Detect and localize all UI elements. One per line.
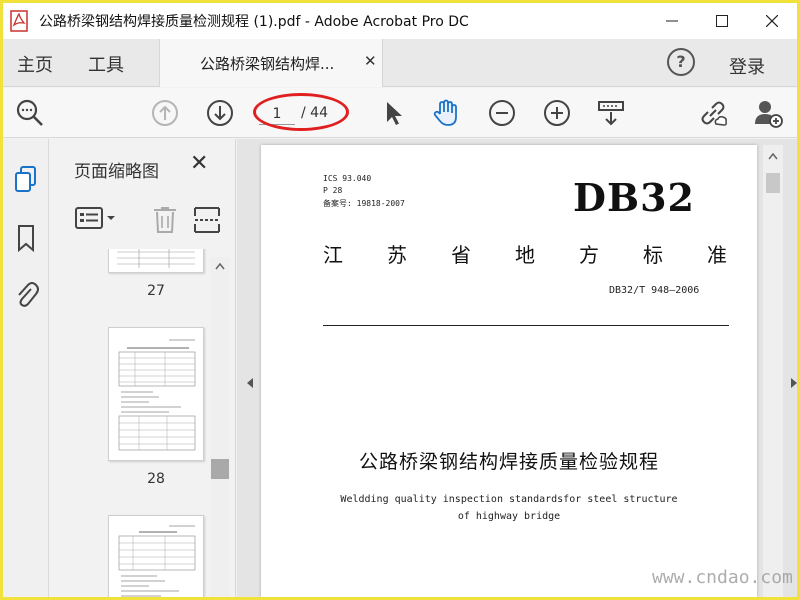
left-tool-rail [3,139,49,597]
zoom-in-icon[interactable] [542,98,572,128]
document-title: 公路桥梁钢结构焊接质量检验规程 [358,451,659,473]
add-user-icon[interactable] [753,98,783,128]
login-button[interactable]: 登录 [729,53,765,79]
standard-title-char: 苏 [387,243,407,267]
tab-tools[interactable]: 工具 [88,51,124,77]
collapse-left-panel-icon[interactable] [245,377,255,389]
standard-title-char: 方 [579,243,599,267]
thumbnails-panel: 页面缩略图 ✕ 27 28 [50,139,236,597]
divider-line [323,325,729,326]
title-bar: 公路桥梁钢结构焊接质量检测规程 (1).pdf - Adobe Acrobat … [3,3,797,39]
document-scrollbar[interactable] [763,145,783,597]
insert-page-icon[interactable] [192,205,222,235]
close-tab-icon[interactable]: ✕ [364,52,377,70]
hand-tool-icon[interactable] [431,98,461,128]
page-content-preview [118,339,196,451]
maximize-button[interactable] [697,3,747,39]
standard-code: DB32/T 948—2006 [609,285,700,296]
page-content-preview [118,525,196,597]
next-page-icon[interactable] [205,98,235,128]
class-code: P 28 [323,186,343,195]
share-link-icon[interactable] [698,98,728,128]
document-scrollbar-thumb[interactable] [766,173,780,193]
close-panel-icon[interactable]: ✕ [190,151,208,176]
minimize-button[interactable] [647,3,697,39]
zoom-out-icon[interactable] [487,98,517,128]
standard-title-char: 准 [707,243,727,267]
select-cursor-icon[interactable] [379,98,409,128]
highlight-annotation-oval [253,93,349,131]
scroll-up-icon[interactable] [763,149,783,163]
tab-bar: 主页 工具 公路桥梁钢结构焊... ✕ ? 登录 [3,39,797,87]
attachment-icon[interactable] [13,279,39,309]
previous-page-icon[interactable] [150,98,180,128]
zoom-search-icon[interactable] [15,98,45,128]
expand-right-panel-icon[interactable] [789,377,797,389]
document-view: ICS 93.040 P 28 备案号: 19818-2007 DB32 江 苏… [237,139,797,597]
page-content-preview [117,249,195,268]
document-subtitle-line2: of highway bridge [457,511,561,522]
standard-title-char: 江 [323,243,343,267]
thumbnail-page[interactable] [108,249,204,273]
thumbnail-list: 27 28 [50,249,218,597]
thumbnail-page[interactable] [108,515,204,597]
thumbnails-panel-title: 页面缩略图 [74,162,159,182]
help-icon[interactable]: ? [667,48,695,76]
record-number: 备案号: 19818-2007 [323,199,405,208]
standard-title-char: 地 [515,243,535,267]
scroll-up-icon[interactable] [210,259,230,273]
thumbnail-scrollbar-thumb[interactable] [211,459,229,479]
tab-home[interactable]: 主页 [17,51,53,77]
close-window-button[interactable] [747,3,797,39]
thumbnail-options-icon[interactable] [74,205,120,233]
minimize-icon [666,20,678,22]
bookmark-icon[interactable] [13,223,39,253]
delete-page-icon[interactable] [150,205,180,235]
thumbnail-scrollbar[interactable] [210,257,230,597]
site-watermark: www.cndao.com [652,567,793,588]
tab-document[interactable]: 公路桥梁钢结构焊... ✕ [159,39,383,87]
standard-title-char: 标 [643,243,663,267]
maximize-icon [716,15,728,27]
thumbnail-page-number: 27 [147,283,165,299]
thumbnail-page-number: 28 [147,471,165,487]
standard-title: 江 苏 省 地 方 标 准 [323,239,727,268]
standard-title-char: 省 [451,243,471,267]
acrobat-app-icon [10,10,28,32]
db32-logo-text: DB32 [573,175,695,220]
acrobat-window: 公路桥梁钢结构焊接质量检测规程 (1).pdf - Adobe Acrobat … [3,3,797,597]
window-title: 公路桥梁钢结构焊接质量检测规程 (1).pdf - Adobe Acrobat … [39,14,469,30]
pdf-page: ICS 93.040 P 28 备案号: 19818-2007 DB32 江 苏… [261,145,757,597]
page-thumbnails-icon[interactable] [13,165,39,195]
document-subtitle-line1: Weldding quality inspection standardsfor… [340,494,678,505]
close-icon [766,15,778,27]
page-display-icon[interactable] [596,98,626,128]
ics-code: ICS 93.040 [323,174,372,183]
main-toolbar: 1 / 44 [3,88,797,138]
thumbnail-page[interactable] [108,327,204,461]
document-tab-label: 公路桥梁钢结构焊... [200,55,335,73]
